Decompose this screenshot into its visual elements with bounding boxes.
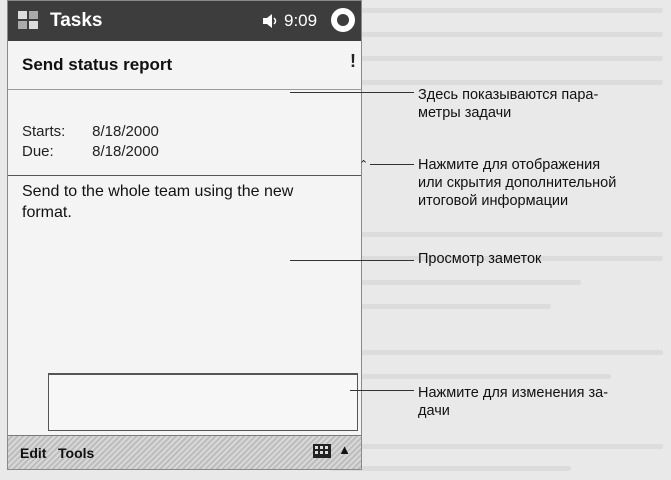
- ok-icon[interactable]: [330, 7, 356, 33]
- leader-notes: [290, 260, 414, 261]
- menu-tools[interactable]: Tools: [58, 445, 94, 461]
- app-title: Tasks: [50, 10, 103, 31]
- keyboard-icon[interactable]: [313, 444, 331, 458]
- due-value: 8/18/2000: [92, 143, 159, 160]
- task-notes: Send to the whole team using the new for…: [22, 183, 294, 221]
- windows-start-icon[interactable]: [16, 8, 40, 32]
- divider: [8, 89, 361, 90]
- callout-edit: Нажмите для изменения за- дачи: [418, 385, 609, 419]
- menu-bar: Edit Tools ▲: [8, 435, 361, 469]
- start-value: 8/18/2000: [92, 123, 159, 140]
- titlebar: Tasks 9:09: [8, 1, 361, 41]
- caret-up-icon[interactable]: ▲: [338, 442, 351, 457]
- priority-icon: !: [350, 51, 356, 71]
- due-row: Due: 8/18/2000: [22, 143, 159, 160]
- clock[interactable]: 9:09: [284, 11, 317, 31]
- start-row: Starts: 8/18/2000: [22, 123, 159, 140]
- speaker-icon[interactable]: [262, 13, 280, 29]
- pocket-pc-screen: Tasks 9:09 Send status report ! Starts: …: [7, 0, 362, 470]
- callout-notes: Просмотр заметок: [418, 251, 542, 267]
- edit-task-area[interactable]: [48, 373, 358, 431]
- due-label: Due:: [22, 143, 54, 160]
- menu-edit[interactable]: Edit: [20, 445, 46, 461]
- callout-toggle: Нажмите для отображения или скрытия допо…: [418, 157, 617, 209]
- chevron-up-icon[interactable]: ⌃: [359, 158, 368, 171]
- task-title: Send status report: [22, 55, 173, 74]
- summary-divider: [8, 175, 361, 176]
- callout-details: Здесь показываются пара- метры задачи: [418, 87, 599, 121]
- leader-details: [290, 92, 414, 93]
- start-label: Starts:: [22, 123, 66, 140]
- leader-edit: [350, 390, 414, 391]
- leader-toggle: [370, 164, 414, 165]
